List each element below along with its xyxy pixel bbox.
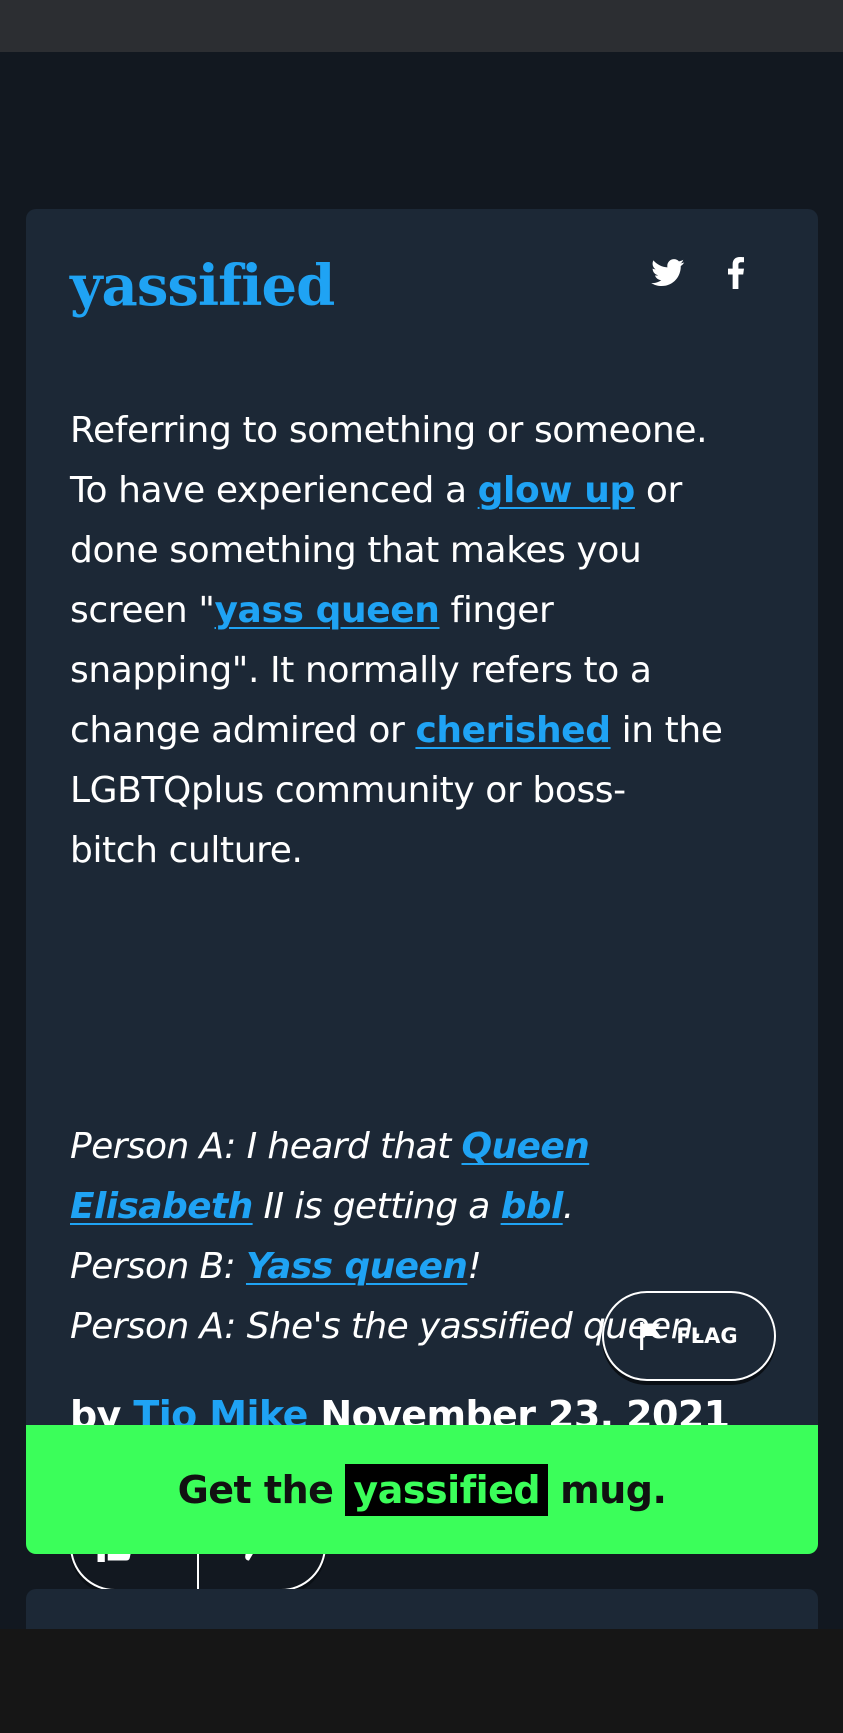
term-link-queen[interactable]: Queen	[462, 1126, 590, 1167]
term-link-cherished[interactable]: cherished	[415, 710, 611, 751]
twitter-icon	[651, 259, 685, 287]
term-link-glow-up[interactable]: glow up	[478, 470, 636, 511]
share-facebook-button[interactable]	[714, 251, 758, 295]
definition-text: Referring to something or someone. To ha…	[70, 410, 723, 871]
definition-card: yassified Referring to something or some…	[26, 209, 818, 1591]
term-link-yass-queen-example[interactable]: Yass queen	[246, 1246, 468, 1287]
term-link-yass-queen[interactable]: yass queen	[214, 590, 439, 631]
facebook-icon	[728, 257, 744, 289]
next-definition-card	[26, 1589, 818, 1629]
entry-word[interactable]: yassified	[70, 253, 335, 319]
flag-icon	[640, 1322, 661, 1350]
status-bar	[0, 0, 843, 52]
flag-button[interactable]: FLAG	[602, 1291, 776, 1381]
mug-highlight-word: yassified	[345, 1463, 549, 1516]
navigation-bar	[0, 1629, 843, 1733]
get-mug-banner[interactable]: Get the yassified mug.	[26, 1425, 818, 1554]
term-link-bbl[interactable]: bbl	[501, 1186, 564, 1227]
term-link-elisabeth[interactable]: Elisabeth	[70, 1186, 253, 1227]
share-twitter-button[interactable]	[646, 251, 690, 295]
